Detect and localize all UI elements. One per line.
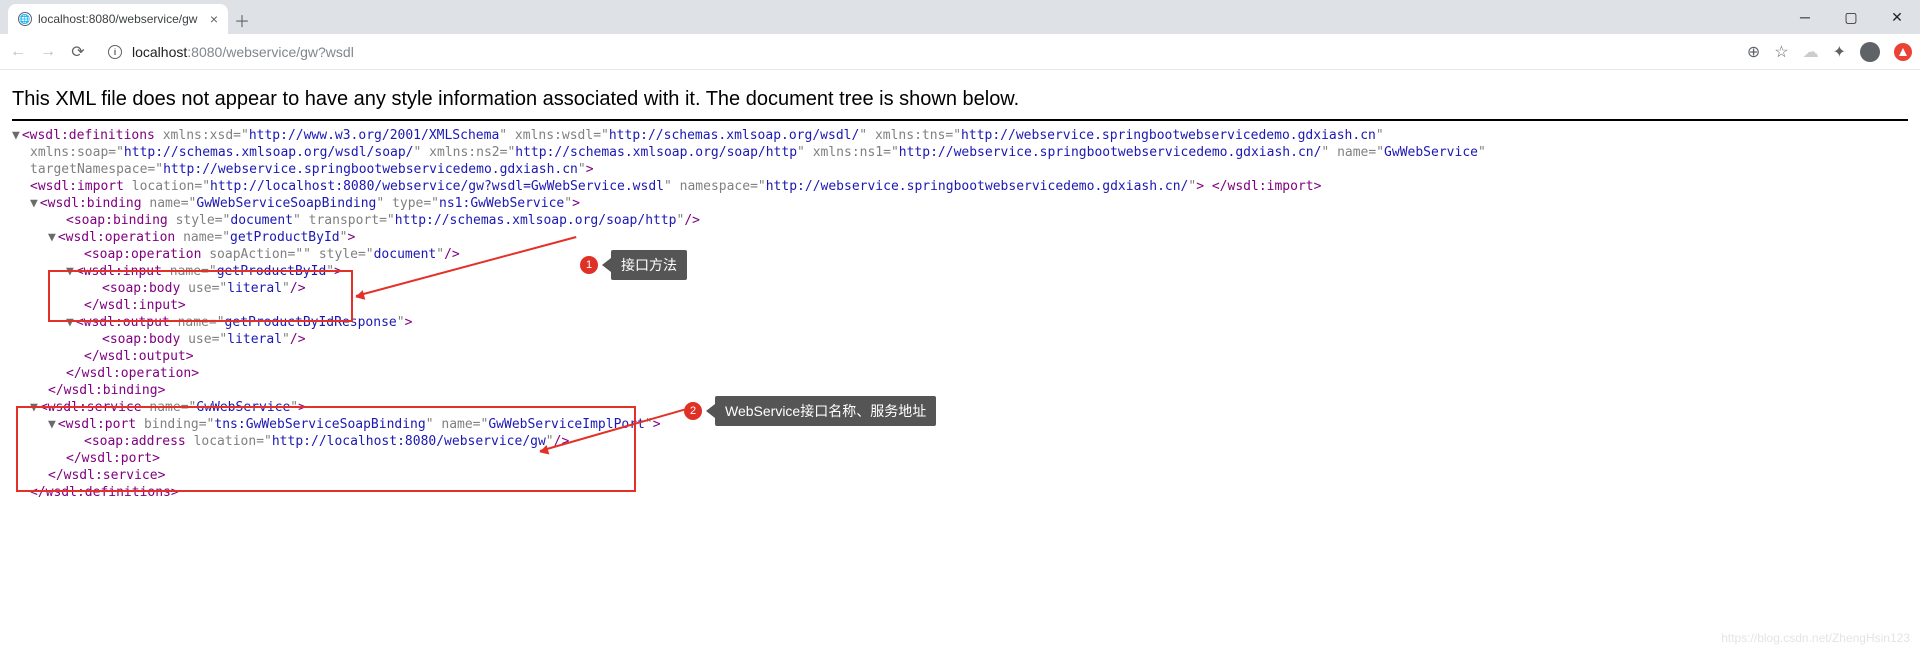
divider <box>12 119 1908 121</box>
reload-button[interactable]: ⟳ <box>68 42 88 62</box>
tab-title: localhost:8080/webservice/gw <box>38 12 197 26</box>
url-text: localhost:8080/webservice/gw?wsdl <box>132 44 354 60</box>
watermark: https://blog.csdn.net/ZhengHsin123 <box>1721 631 1910 645</box>
expand-icon[interactable]: ▼ <box>30 400 38 415</box>
expand-icon[interactable]: ▼ <box>66 315 74 330</box>
tab-strip: 🌐 localhost:8080/webservice/gw × ＋ ─ ▢ ✕ <box>0 0 1920 34</box>
xml-warning-message: This XML file does not appear to have an… <box>12 78 1908 119</box>
expand-icon[interactable]: ▼ <box>48 417 56 432</box>
cloud-icon[interactable]: ☁ <box>1803 42 1819 62</box>
annotation-number-2: 2 <box>684 402 702 420</box>
forward-button[interactable]: → <box>38 42 58 62</box>
annotation-number-1: 1 <box>580 256 598 274</box>
maximize-button[interactable]: ▢ <box>1828 0 1874 34</box>
annotation-label-1: 接口方法 <box>611 250 687 280</box>
annotation-label-2: WebService接口名称、服务地址 <box>715 396 936 426</box>
expand-icon[interactable]: ▼ <box>12 128 20 143</box>
extension-badge[interactable] <box>1894 43 1912 61</box>
xml-tree: ▼<wsdl:definitions xmlns:xsd="http://www… <box>12 127 1908 501</box>
search-icon[interactable]: ⊕ <box>1747 42 1760 62</box>
back-button[interactable]: ← <box>8 42 28 62</box>
annotation-1: 1 接口方法 <box>580 250 687 280</box>
close-window-button[interactable]: ✕ <box>1874 0 1920 34</box>
annotation-2: 2 WebService接口名称、服务地址 <box>684 396 936 426</box>
toolbar: ← → ⟳ i localhost:8080/webservice/gw?wsd… <box>0 34 1920 70</box>
site-info-icon[interactable]: i <box>108 45 122 59</box>
expand-icon[interactable]: ▼ <box>30 196 38 211</box>
globe-icon: 🌐 <box>18 12 32 26</box>
minimize-button[interactable]: ─ <box>1782 0 1828 34</box>
browser-tab[interactable]: 🌐 localhost:8080/webservice/gw × <box>8 4 228 34</box>
star-icon[interactable]: ☆ <box>1774 42 1788 62</box>
expand-icon[interactable]: ▼ <box>66 264 74 279</box>
new-tab-button[interactable]: ＋ <box>228 6 256 34</box>
expand-icon[interactable]: ▼ <box>48 230 56 245</box>
extensions-icon[interactable]: ✦ <box>1833 42 1846 62</box>
page-content: This XML file does not appear to have an… <box>0 70 1920 509</box>
address-bar[interactable]: i localhost:8080/webservice/gw?wsdl <box>108 44 354 60</box>
close-tab-icon[interactable]: × <box>210 11 218 27</box>
profile-avatar[interactable] <box>1860 42 1880 62</box>
window-controls: ─ ▢ ✕ <box>1782 0 1920 34</box>
